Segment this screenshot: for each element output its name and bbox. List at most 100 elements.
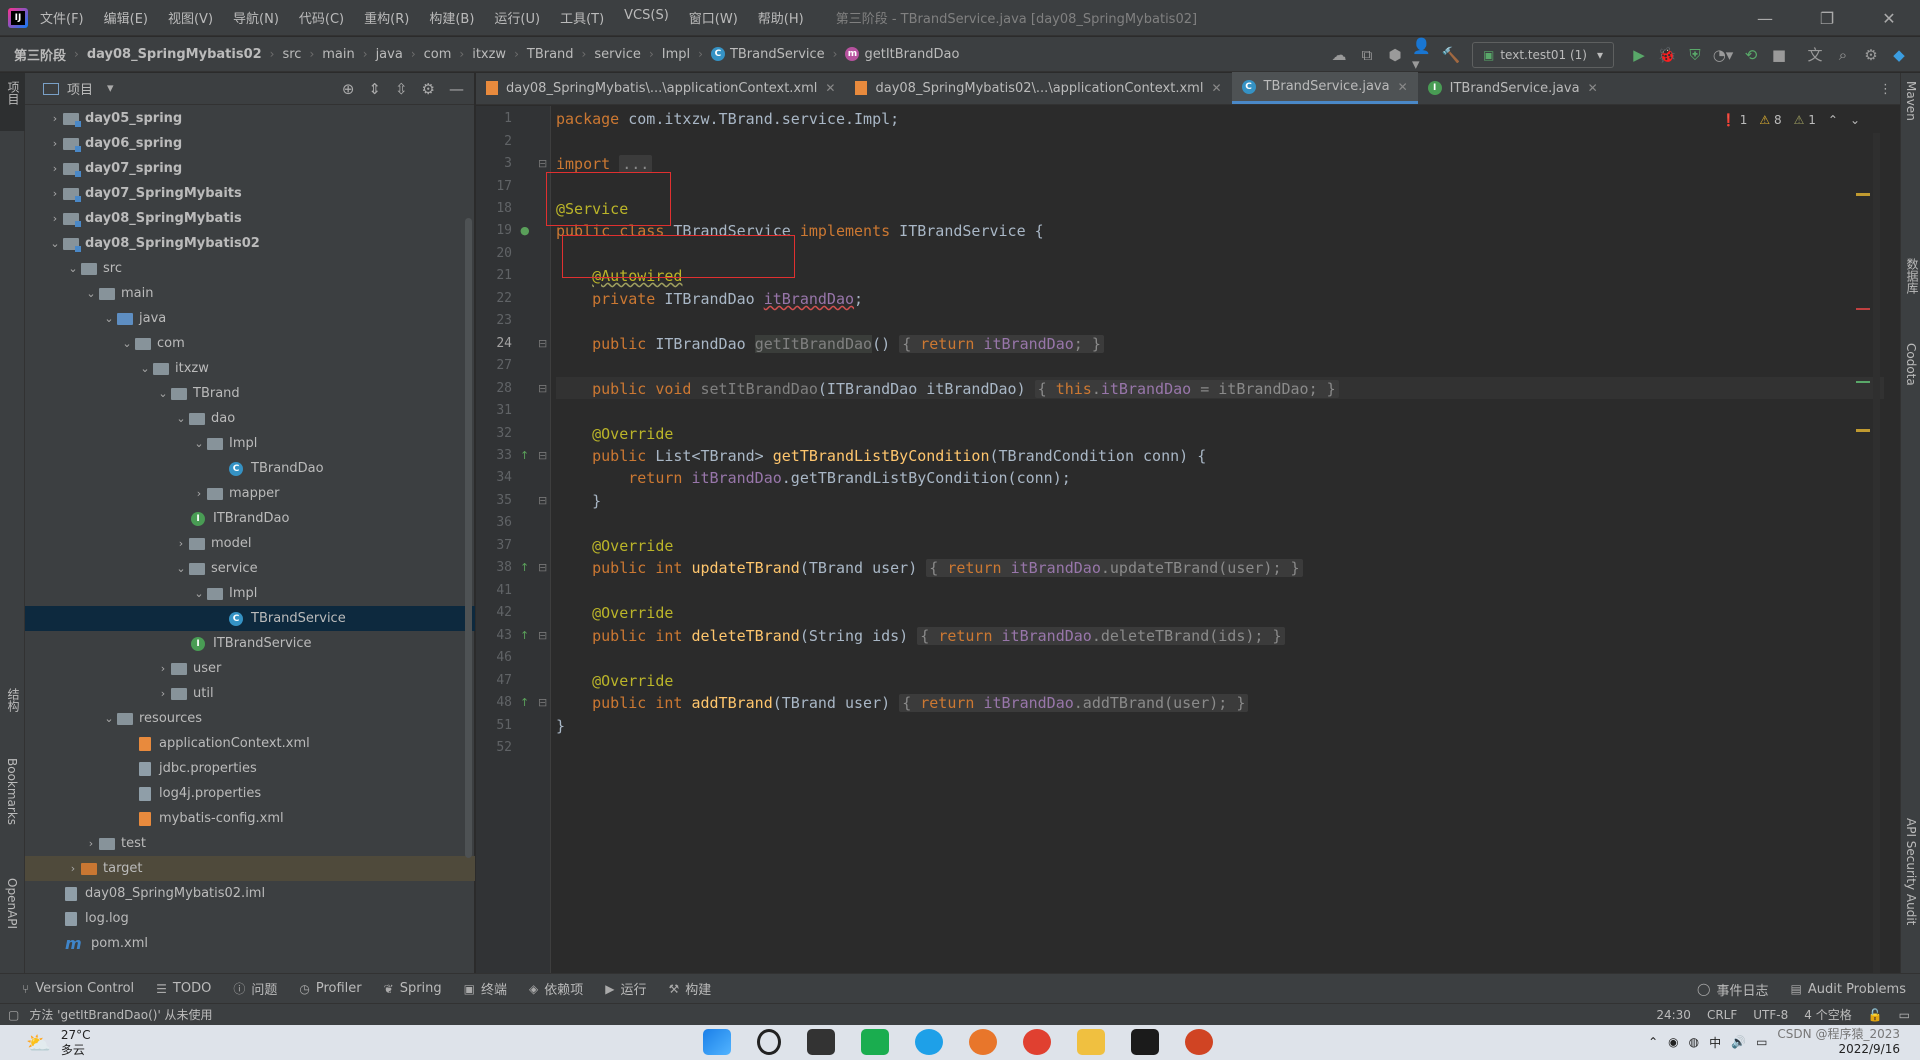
override-gutter-icon[interactable]: ↑ <box>520 629 529 642</box>
fold-icon[interactable]: ⊟ <box>538 629 547 642</box>
override-gutter-icon[interactable]: ↑ <box>520 561 529 574</box>
chevron-right-icon[interactable]: › <box>65 862 81 875</box>
warning-marker[interactable] <box>1856 193 1870 196</box>
tree-item[interactable]: › util <box>25 681 475 706</box>
run-configuration-select[interactable]: ▣ text.test01 (1) ▾ <box>1472 41 1614 68</box>
user-icon[interactable]: 👤▾ <box>1412 37 1434 73</box>
breadcrumb-item[interactable]: day08_SpringMybatis02 <box>87 47 262 62</box>
bottom-tool-button[interactable]: ▶ 运行 <box>605 979 646 999</box>
bottom-tool-button[interactable]: ▣ 终端 <box>464 979 507 999</box>
hide-icon[interactable]: — <box>449 80 464 98</box>
menu-item[interactable]: 工具(T) <box>560 8 604 27</box>
translate-icon[interactable]: 文 <box>1804 44 1826 66</box>
tree-item[interactable]: I ITBrandDao <box>25 506 475 531</box>
tree-item[interactable]: ⌄ com <box>25 331 475 356</box>
tree-item[interactable]: ⌄ itxzw <box>25 356 475 381</box>
error-marker[interactable] <box>1856 308 1870 310</box>
qq-tray-icon[interactable]: ◉ <box>1668 1035 1678 1049</box>
bottom-tool-button[interactable]: ⑂ Version Control <box>22 981 134 996</box>
tool-window-toggle-icon[interactable]: ▢ <box>8 1008 19 1022</box>
bottom-tool-button[interactable]: ❦ Spring <box>384 981 442 996</box>
override-gutter-icon[interactable]: ↑ <box>520 696 529 709</box>
chevron-right-icon[interactable]: › <box>191 487 207 500</box>
tree-item[interactable]: › day05_spring <box>25 106 475 131</box>
editor-tab[interactable]: day08_SpringMybatis02\...\applicationCon… <box>845 72 1231 104</box>
database-tool-tab[interactable]: 数据库 <box>1904 258 1920 294</box>
tree-item[interactable]: I ITBrandService <box>25 631 475 656</box>
breadcrumb-item[interactable]: com <box>424 47 452 62</box>
menu-item[interactable]: 代码(C) <box>299 8 344 27</box>
intellij-taskbar-icon[interactable] <box>1131 1029 1159 1055</box>
bottom-tool-button[interactable]: ⓘ 问题 <box>233 979 277 998</box>
tree-item[interactable]: log.log <box>25 906 475 931</box>
tree-item[interactable]: ⌄ Impl <box>25 431 475 456</box>
gear-icon[interactable]: ⚙ <box>1860 44 1882 66</box>
chevron-down-icon[interactable]: ⌄ <box>1850 113 1860 127</box>
change-marker[interactable] <box>1856 381 1870 383</box>
breadcrumb-item[interactable]: itxzw <box>472 47 506 62</box>
breadcrumb-item[interactable]: main <box>322 47 354 62</box>
menu-item[interactable]: VCS(S) <box>624 8 669 27</box>
tree-item[interactable]: › day08_SpringMybatis <box>25 206 475 231</box>
breadcrumb-item[interactable]: service <box>594 47 641 62</box>
fold-icon[interactable]: ⊟ <box>538 494 547 507</box>
close-tab-icon[interactable]: ✕ <box>1398 80 1408 94</box>
chevron-right-icon[interactable]: › <box>155 687 171 700</box>
chevron-right-icon[interactable]: › <box>155 662 171 675</box>
edge-browser-icon[interactable] <box>915 1029 943 1055</box>
project-panel-title[interactable]: 项目 <box>67 79 93 98</box>
line-separator[interactable]: CRLF <box>1707 1008 1737 1022</box>
tree-item[interactable]: › day07_spring <box>25 156 475 181</box>
tree-item[interactable]: jdbc.properties <box>25 756 475 781</box>
chevron-down-icon[interactable]: ▾ <box>107 81 114 96</box>
chevron-down-icon[interactable]: ⌄ <box>137 362 153 375</box>
bottom-tool-button[interactable]: ◈ 依赖项 <box>529 979 583 999</box>
close-tab-icon[interactable]: ✕ <box>1211 81 1221 95</box>
audit-problems-button[interactable]: ▤ Audit Problems <box>1791 982 1907 997</box>
build-hammer-icon[interactable]: 🔨 <box>1440 44 1462 66</box>
stop-icon[interactable]: ■ <box>1768 44 1790 66</box>
chevron-down-icon[interactable]: ⌄ <box>65 262 81 275</box>
gear-icon[interactable]: ⚙ <box>422 80 435 98</box>
cloud-icon[interactable]: ☁ <box>1328 44 1350 66</box>
override-gutter-icon[interactable]: ↑ <box>520 449 529 462</box>
fold-icon[interactable]: ⊟ <box>538 337 547 350</box>
code-editor[interactable]: package com.itxzw.TBrand.service.Impl; i… <box>546 106 1884 973</box>
firefox-icon[interactable] <box>969 1029 997 1055</box>
chrome-icon[interactable] <box>1023 1029 1051 1055</box>
tray-chevron-up-icon[interactable]: ⌃ <box>1648 1035 1658 1049</box>
chevron-right-icon[interactable]: › <box>47 187 63 200</box>
wechat-app-icon[interactable] <box>861 1029 889 1055</box>
breadcrumb-item[interactable]: Impl <box>662 47 690 62</box>
breadcrumb-item[interactable]: java <box>376 47 403 62</box>
menu-item[interactable]: 视图(V) <box>168 8 213 27</box>
chevron-down-icon[interactable]: ⌄ <box>101 312 117 325</box>
restore-icon[interactable]: ❐ <box>1796 0 1858 36</box>
weather-widget[interactable]: ⛅ 27°C 多云 <box>26 1028 91 1058</box>
volume-icon[interactable]: 🔊 <box>1731 1035 1746 1049</box>
chevron-right-icon[interactable]: › <box>173 537 189 550</box>
menu-item[interactable]: 构建(B) <box>429 8 474 27</box>
fold-icon[interactable]: ⊟ <box>538 382 547 395</box>
run-icon[interactable]: ▶ <box>1628 44 1650 66</box>
lock-icon[interactable]: 🔓 <box>1868 1008 1883 1022</box>
breadcrumb-item[interactable]: 第三阶段 <box>14 45 66 64</box>
tree-item[interactable]: ⌄ Impl <box>25 581 475 606</box>
menu-item[interactable]: 运行(U) <box>494 8 540 27</box>
fold-icon[interactable]: ⊟ <box>538 696 547 709</box>
expand-all-icon[interactable]: ⇕ <box>368 80 381 98</box>
chevron-right-icon[interactable]: › <box>47 162 63 175</box>
chevron-right-icon[interactable]: › <box>83 837 99 850</box>
windows-start-icon[interactable] <box>703 1029 731 1055</box>
powerpoint-icon[interactable] <box>1185 1029 1213 1055</box>
search-icon[interactable]: ⌕ <box>1832 44 1854 66</box>
chevron-down-icon[interactable]: ⌄ <box>119 337 135 350</box>
toolbox-icon[interactable]: ◆ <box>1888 44 1910 66</box>
tree-item[interactable]: ⌄ dao <box>25 406 475 431</box>
input-method-icon[interactable]: 中 <box>1709 1034 1721 1051</box>
bottom-tool-button[interactable]: ◷ Profiler <box>299 981 361 996</box>
editor-tab[interactable]: day08_SpringMybatis\...\applicationConte… <box>476 72 845 104</box>
close-tab-icon[interactable]: ✕ <box>825 81 835 95</box>
bean-gutter-icon[interactable]: ● <box>520 224 530 237</box>
chevron-right-icon[interactable]: › <box>47 137 63 150</box>
